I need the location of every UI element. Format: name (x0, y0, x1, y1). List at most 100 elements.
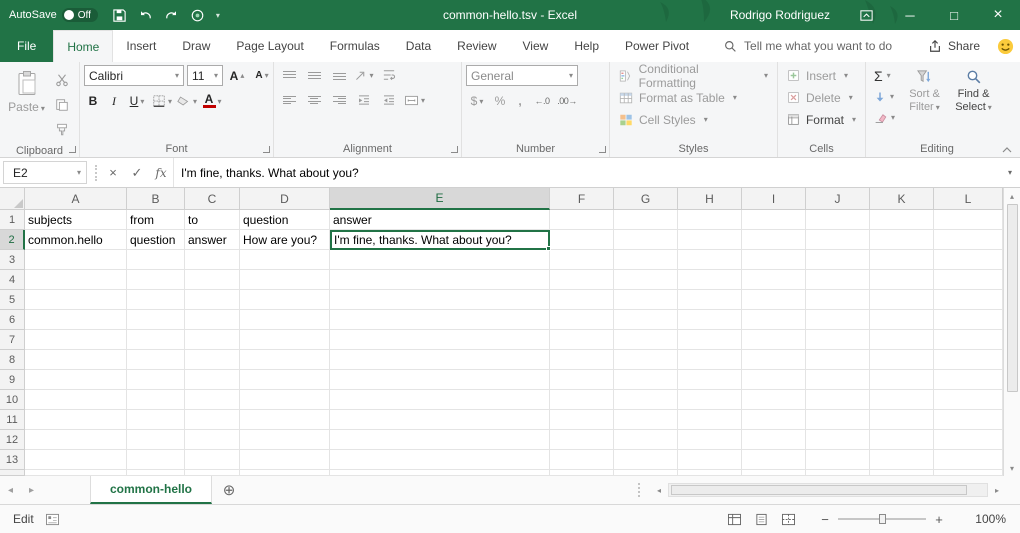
row-header-3[interactable]: 3 (0, 250, 25, 270)
cell-I6[interactable] (742, 310, 806, 330)
cell-B11[interactable] (127, 410, 185, 430)
cell-partial[interactable] (185, 470, 240, 476)
collapse-ribbon-button[interactable] (1002, 146, 1012, 154)
font-color-button[interactable]: A ▾ (201, 91, 223, 111)
cell-E6[interactable] (330, 310, 550, 330)
format-painter-button[interactable] (51, 120, 73, 140)
cell-D7[interactable] (240, 330, 330, 350)
row-header-7[interactable]: 7 (0, 330, 25, 350)
row-header-11[interactable]: 11 (0, 410, 25, 430)
decrease-font-button[interactable]: A▾ (251, 66, 273, 86)
cell-J11[interactable] (806, 410, 870, 430)
vscroll-down-icon[interactable]: ▾ (1004, 460, 1020, 476)
cell-F8[interactable] (550, 350, 614, 370)
cell-J10[interactable] (806, 390, 870, 410)
percent-button[interactable]: % (491, 91, 509, 111)
customize-qat-dropdown-icon[interactable]: ▾ (211, 11, 225, 20)
cell-D10[interactable] (240, 390, 330, 410)
user-name[interactable]: Rodrigo Rodriguez (730, 8, 830, 22)
cell-J7[interactable] (806, 330, 870, 350)
column-header-A[interactable]: A (25, 188, 127, 210)
cell-B3[interactable] (127, 250, 185, 270)
cell-I5[interactable] (742, 290, 806, 310)
cell-C3[interactable] (185, 250, 240, 270)
tab-insert[interactable]: Insert (113, 30, 169, 62)
cell-F12[interactable] (550, 430, 614, 450)
row-header-4[interactable]: 4 (0, 270, 25, 290)
cell-K2[interactable] (870, 230, 934, 250)
tell-me-box[interactable]: Tell me what you want to do (724, 30, 892, 62)
cell-G3[interactable] (614, 250, 678, 270)
cell-B10[interactable] (127, 390, 185, 410)
cell-D1[interactable]: question (240, 210, 330, 230)
cell-C9[interactable] (185, 370, 240, 390)
cell-F13[interactable] (550, 450, 614, 470)
cell-C1[interactable]: to (185, 210, 240, 230)
font-dialog-launcher-icon[interactable] (263, 146, 270, 153)
cell-H12[interactable] (678, 430, 742, 450)
cell-B2[interactable]: question (127, 230, 185, 250)
align-top-button[interactable] (278, 65, 300, 85)
cell-partial[interactable] (742, 470, 806, 476)
cell-H5[interactable] (678, 290, 742, 310)
cell-K3[interactable] (870, 250, 934, 270)
cell-A6[interactable] (25, 310, 127, 330)
decrease-decimal-button[interactable]: .00→ (556, 91, 578, 111)
cell-F3[interactable] (550, 250, 614, 270)
cut-button[interactable] (51, 70, 73, 90)
cell-partial[interactable] (127, 470, 185, 476)
cell-C11[interactable] (185, 410, 240, 430)
cell-D6[interactable] (240, 310, 330, 330)
zoom-slider[interactable] (838, 518, 926, 520)
row-header-5[interactable]: 5 (0, 290, 25, 310)
cell-partial[interactable] (870, 470, 934, 476)
cell-E11[interactable] (330, 410, 550, 430)
tab-home[interactable]: Home (53, 30, 113, 62)
conditional-formatting-button[interactable]: Conditional Formatting ▾ (614, 65, 773, 86)
cell-G11[interactable] (614, 410, 678, 430)
find-select-button[interactable]: Find & Select▾ (950, 65, 997, 114)
cell-C13[interactable] (185, 450, 240, 470)
cell-B6[interactable] (127, 310, 185, 330)
tab-file[interactable]: File (0, 30, 53, 62)
cell-D13[interactable] (240, 450, 330, 470)
new-sheet-button[interactable]: ⊕ (212, 476, 246, 504)
cell-G10[interactable] (614, 390, 678, 410)
cell-K10[interactable] (870, 390, 934, 410)
cell-I8[interactable] (742, 350, 806, 370)
cell-I1[interactable] (742, 210, 806, 230)
zoom-in-button[interactable]: + (930, 512, 948, 527)
currency-button[interactable]: $▾ (466, 91, 488, 111)
column-header-J[interactable]: J (806, 188, 870, 210)
cell-H8[interactable] (678, 350, 742, 370)
cell-J3[interactable] (806, 250, 870, 270)
cell-C5[interactable] (185, 290, 240, 310)
cell-partial[interactable] (240, 470, 330, 476)
row-header-1[interactable]: 1 (0, 210, 25, 230)
cell-E8[interactable] (330, 350, 550, 370)
wrap-text-button[interactable] (378, 65, 400, 85)
sheet-nav-right-icon[interactable]: ▸ (21, 476, 42, 504)
cell-A2[interactable]: common.hello (25, 230, 127, 250)
cell-K12[interactable] (870, 430, 934, 450)
cell-F2[interactable] (550, 230, 614, 250)
cell-J1[interactable] (806, 210, 870, 230)
fill-handle[interactable] (546, 246, 551, 251)
page-break-view-button[interactable] (776, 508, 800, 530)
tab-review[interactable]: Review (444, 30, 509, 62)
align-middle-button[interactable] (303, 65, 325, 85)
row-header-12[interactable]: 12 (0, 430, 25, 450)
cell-B1[interactable]: from (127, 210, 185, 230)
cell-K6[interactable] (870, 310, 934, 330)
share-button[interactable]: Share (918, 30, 990, 62)
column-header-K[interactable]: K (870, 188, 934, 210)
increase-indent-button[interactable] (378, 90, 400, 110)
cell-K7[interactable] (870, 330, 934, 350)
cell-partial[interactable] (550, 470, 614, 476)
cell-C6[interactable] (185, 310, 240, 330)
cell-C4[interactable] (185, 270, 240, 290)
cell-L8[interactable] (934, 350, 1003, 370)
cell-B8[interactable] (127, 350, 185, 370)
tab-page-layout[interactable]: Page Layout (223, 30, 316, 62)
merge-center-button[interactable]: ▾ (403, 90, 426, 110)
